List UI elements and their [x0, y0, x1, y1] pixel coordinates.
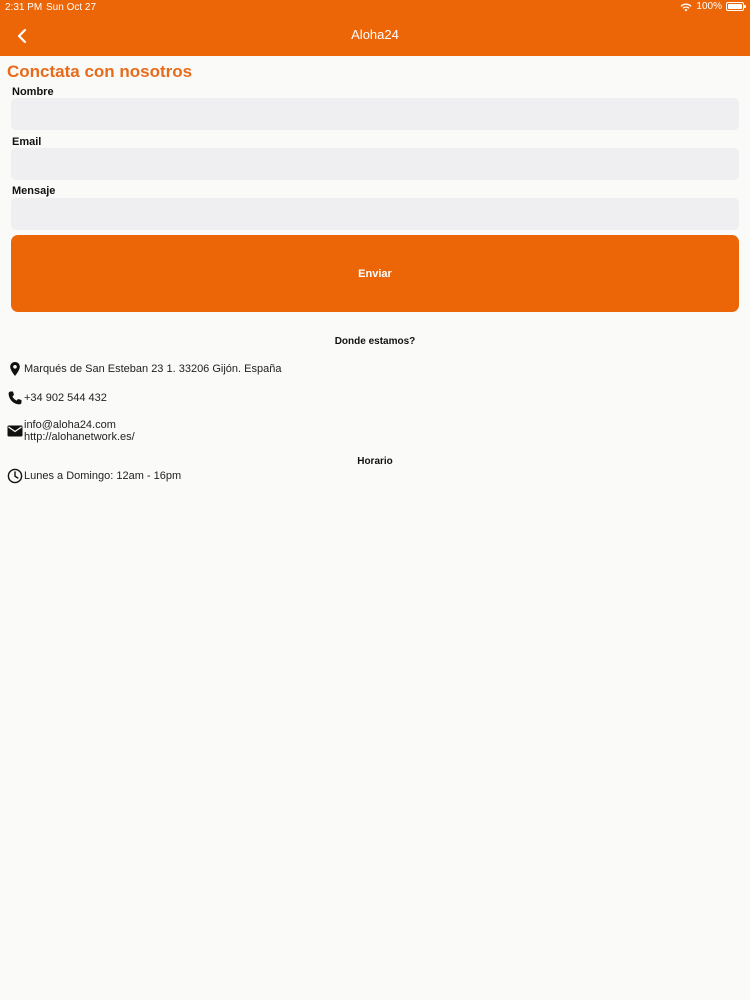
contact-texts: info@aloha24.com http://alohanetwork.es/: [24, 419, 135, 443]
app-header: 2:31 PM Sun Oct 27 100% Aloha24: [0, 0, 750, 56]
contact-row[interactable]: info@aloha24.com http://alohanetwork.es/: [7, 419, 135, 443]
address-text: Marqués de San Esteban 23 1. 33206 Gijón…: [24, 363, 282, 375]
website-link[interactable]: http://alohanetwork.es/: [24, 431, 135, 443]
nav-title: Aloha24: [351, 27, 399, 42]
location-heading: Donde estamos?: [334, 336, 416, 347]
battery-icon: [726, 2, 746, 11]
page-title: Conctata con nosotros: [7, 62, 193, 81]
email-label: Email: [12, 136, 42, 148]
status-time: 2:31 PM: [5, 2, 43, 13]
wifi-icon: [680, 3, 692, 11]
phone-row[interactable]: +34 902 544 432: [7, 390, 107, 406]
name-label: Nombre: [12, 86, 54, 98]
phone-icon: [8, 391, 22, 405]
submit-button[interactable]: Enviar: [11, 235, 739, 312]
phone-text: +34 902 544 432: [24, 392, 107, 404]
message-label: Mensaje: [12, 185, 56, 197]
battery-percentage: 100%: [696, 1, 722, 12]
hours-row: Lunes a Domingo: 12am - 16pm: [7, 468, 181, 484]
email-link[interactable]: info@aloha24.com: [24, 419, 135, 431]
email-input[interactable]: [11, 148, 739, 180]
schedule-heading: Horario: [357, 456, 393, 467]
address-row: Marqués de San Esteban 23 1. 33206 Gijón…: [7, 361, 281, 377]
message-input[interactable]: [11, 198, 739, 230]
mail-icon: [7, 425, 23, 437]
clock-icon: [7, 468, 23, 484]
location-pin-icon: [10, 362, 20, 376]
status-indicators: 100%: [680, 1, 746, 12]
hours-text: Lunes a Domingo: 12am - 16pm: [24, 470, 182, 482]
name-input[interactable]: [11, 98, 739, 130]
status-date: Sun Oct 27: [46, 2, 97, 13]
